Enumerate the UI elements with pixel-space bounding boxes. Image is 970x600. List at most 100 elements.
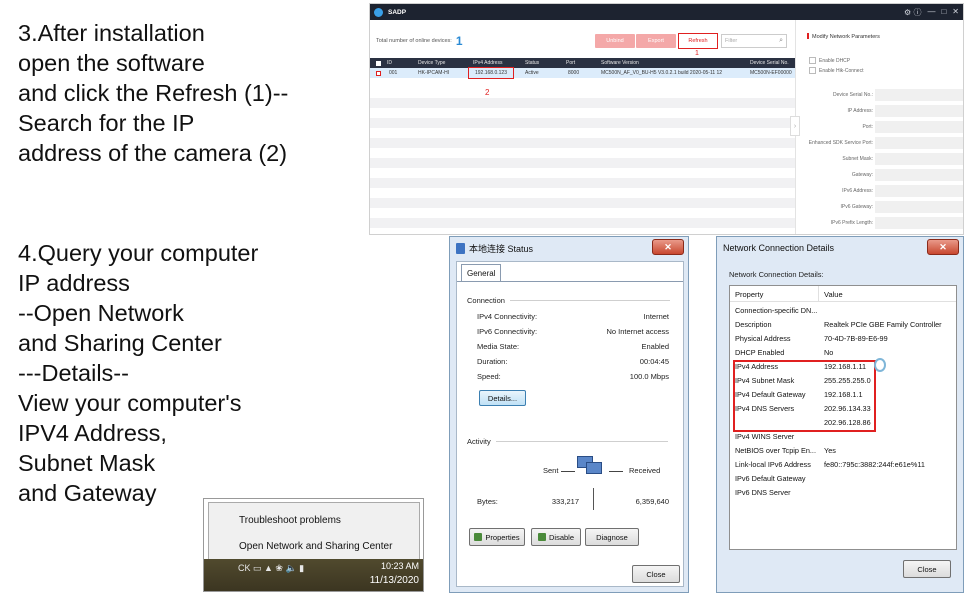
export-button[interactable]: Export — [636, 34, 676, 48]
step-4-line: 4.Query your computer — [18, 240, 259, 266]
table-header: ID Device Type IPv4 Address Status Port … — [370, 58, 795, 68]
table-row[interactable]: 001 HK-IPCAM-HI 192.168.0.123 Active 800… — [370, 67, 795, 79]
ipv6-address-field[interactable] — [875, 185, 963, 197]
subnet-mask-field[interactable] — [875, 153, 963, 165]
bytes-received-value: 6,359,640 — [635, 497, 669, 506]
list-item-property: Physical Address — [735, 334, 791, 343]
connection-label: Connection — [467, 296, 505, 305]
unbind-button[interactable]: Unbind — [595, 34, 635, 48]
field-label: Subnet Mask: — [842, 156, 873, 162]
column-header[interactable]: ID — [387, 60, 392, 66]
details-list[interactable]: Property Value Connection-specific DN...… — [729, 285, 957, 550]
activity-group-label: Activity — [467, 437, 673, 446]
menu-item-open-network-sharing-center[interactable]: Open Network and Sharing Center — [239, 541, 392, 552]
row-checkbox[interactable] — [376, 70, 381, 76]
field-label: Device Serial No.: — [832, 92, 873, 98]
close-icon[interactable]: ✕ — [952, 7, 959, 18]
empty-row — [370, 218, 795, 228]
empty-row — [370, 158, 795, 168]
list-item-value: Yes — [824, 446, 836, 455]
close-icon[interactable]: ✕ — [927, 239, 959, 255]
property-column-header[interactable]: Property — [735, 290, 763, 299]
step-4-line: IP address — [18, 270, 130, 296]
sadp-window: SADP ⚙ ⓘ — □ ✕ Total number of online de… — [369, 3, 964, 235]
minimize-icon[interactable]: — — [927, 7, 935, 18]
ipv4-connectivity-label: IPv4 Connectivity: — [477, 312, 538, 321]
refresh-button[interactable]: Refresh — [678, 33, 718, 49]
network-computers-icon — [577, 456, 603, 486]
bytes-label: Bytes: — [477, 497, 498, 506]
sadp-toolbar: Total number of online devices: 1 Unbind… — [370, 28, 795, 57]
field-label: Enhanced SDK Service Port: — [808, 140, 873, 146]
close-button[interactable]: Close — [632, 565, 680, 583]
serial-number-field[interactable] — [875, 89, 963, 101]
clock-time[interactable]: 10:23 AM — [381, 561, 419, 571]
column-header[interactable]: Status — [525, 60, 539, 66]
ipv6-gateway-field[interactable] — [875, 201, 963, 213]
gateway-field[interactable] — [875, 169, 963, 181]
system-tray-icons[interactable]: CK ▭ ▲ ❀ 🔈 ▮ — [238, 563, 304, 574]
details-button[interactable]: Details... — [479, 390, 526, 406]
sadp-title: SADP — [388, 8, 407, 16]
clock-date[interactable]: 11/13/2020 — [370, 575, 419, 586]
step-4-line: ---Details-- — [18, 360, 129, 386]
close-button[interactable]: Close — [903, 560, 951, 578]
sdk-port-field[interactable] — [875, 137, 963, 149]
enable-dhcp-checkbox[interactable]: Enable DHCP — [809, 57, 850, 64]
filter-input[interactable]: Filter ⌕ — [721, 34, 787, 48]
ipv6-connectivity-label: IPv6 Connectivity: — [477, 327, 538, 336]
column-header[interactable]: IPv4 Address — [473, 60, 502, 66]
value-column-header[interactable]: Value — [824, 290, 843, 299]
connection-group-label: Connection — [467, 296, 673, 305]
ipv6-connectivity-value: No Internet access — [606, 327, 669, 336]
activity-label: Activity — [467, 437, 491, 446]
list-item-value: No — [824, 348, 834, 357]
enable-hik-connect-checkbox[interactable]: Enable Hik-Connect — [809, 67, 863, 74]
row-serial: MC500N-EF00000 — [750, 70, 792, 76]
row-port: 8000 — [568, 70, 580, 76]
speed-value: 100.0 Mbps — [629, 372, 669, 381]
step-3-line: address of the camera (2) — [18, 140, 288, 166]
empty-row — [370, 198, 795, 208]
row-id: 001 — [389, 70, 398, 76]
column-header[interactable]: Port — [566, 60, 575, 66]
step-3-instructions: 3.After installation open the software a… — [18, 18, 288, 168]
close-icon[interactable]: ✕ — [652, 239, 684, 255]
filter-placeholder: Filter — [725, 38, 738, 44]
column-header[interactable]: Software Version — [601, 60, 639, 66]
list-header: Property Value — [730, 286, 956, 302]
list-item-property: NetBIOS over Tcpip En... — [735, 446, 816, 455]
modify-network-panel: Modify Network Parameters Enable DHCP En… — [799, 20, 963, 234]
step-3-line: open the software — [18, 50, 205, 76]
empty-row — [370, 138, 795, 148]
search-icon[interactable]: ⌕ — [779, 37, 783, 45]
tab-general[interactable]: General — [461, 264, 502, 282]
ip-address-field[interactable] — [875, 105, 963, 117]
properties-button[interactable]: Properties — [469, 528, 525, 546]
sadp-titlebar: SADP ⚙ ⓘ — □ ✕ — [370, 4, 963, 20]
maximize-icon[interactable]: □ — [941, 7, 946, 18]
sent-label: Sent — [543, 466, 559, 475]
column-header[interactable]: Device Serial No. — [750, 60, 789, 66]
port-field[interactable] — [875, 121, 963, 133]
list-item-property: IPv4 WINS Server — [735, 432, 795, 441]
online-devices-label: Total number of online devices: — [376, 38, 452, 44]
settings-info-icon[interactable]: ⚙ ⓘ — [904, 7, 921, 18]
taskbar-snippet: Troubleshoot problems Open Network and S… — [203, 498, 424, 592]
row-device-type: HK-IPCAM-HI — [418, 70, 450, 76]
empty-row — [370, 118, 795, 128]
device-table: ID Device Type IPv4 Address Status Port … — [370, 58, 795, 79]
column-header[interactable]: Device Type — [418, 60, 445, 66]
panel-title: Modify Network Parameters — [807, 33, 880, 40]
list-item-property: Connection-specific DN... — [735, 306, 818, 315]
step-4-line: View your computer's — [18, 390, 242, 416]
list-item-property: Link-local IPv6 Address — [735, 460, 811, 469]
diagnose-button[interactable]: Diagnose — [585, 528, 639, 546]
cursor-icon — [874, 358, 886, 372]
ipv6-prefix-field[interactable] — [875, 217, 963, 229]
disable-button[interactable]: Disable — [531, 528, 581, 546]
menu-item-troubleshoot[interactable]: Troubleshoot problems — [239, 515, 341, 526]
select-all-checkbox[interactable] — [376, 60, 381, 66]
details-subtitle: Network Connection Details: — [729, 270, 824, 279]
shield-icon — [537, 533, 546, 541]
